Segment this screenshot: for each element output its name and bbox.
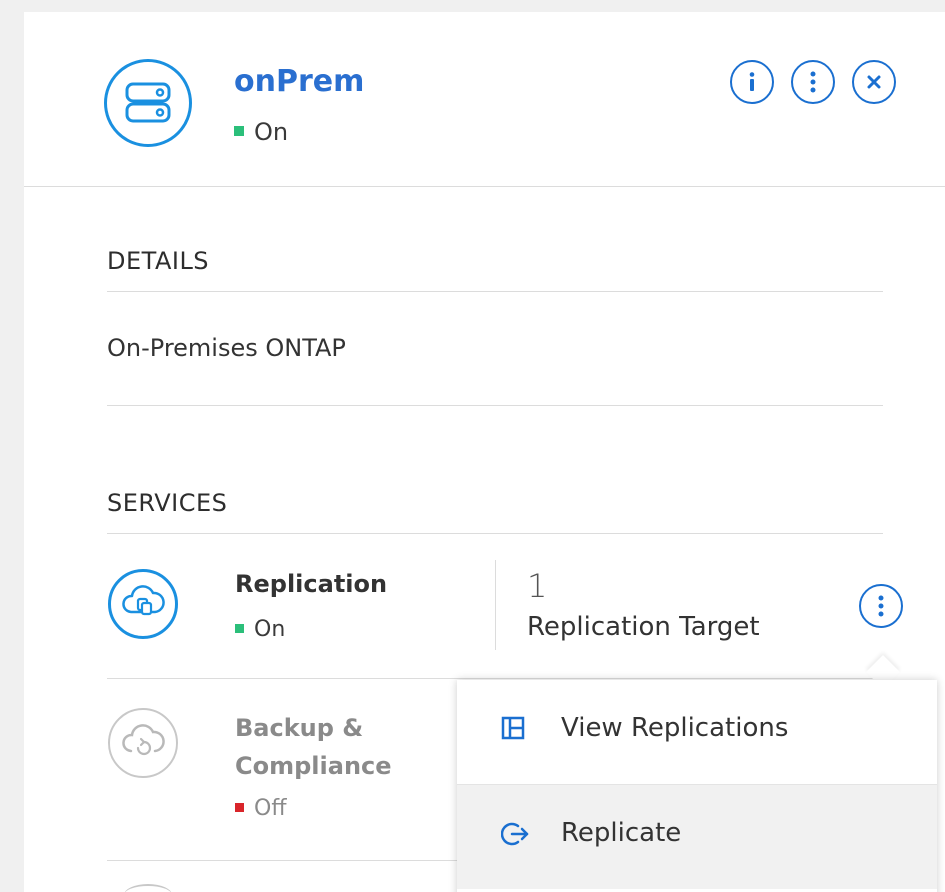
menu-item-label: View Replications [561,713,789,743]
replication-target-label: Replication Target [527,612,760,642]
environment-panel: onPrem On DETAILS On-Premises ONTAP SERV [24,12,945,892]
replicate-icon [501,822,529,846]
backup-status: Off [235,794,286,824]
details-heading: DETAILS [107,247,210,275]
status-indicator [235,802,244,812]
close-button[interactable] [852,60,896,104]
services-heading: SERVICES [107,489,228,517]
replication-status: On [235,615,285,645]
view-replications-icon [501,716,525,740]
replication-service-name: Replication [235,570,388,598]
replication-target-count: 1 [527,567,548,605]
menu-item-label: Replicate [561,818,682,848]
service-divider [495,560,496,650]
next-service-icon [124,884,172,892]
environment-status-text: On [254,118,289,146]
status-indicator [234,126,244,136]
panel-header: onPrem On [24,12,945,187]
more-vertical-icon [878,595,884,617]
backup-service-name-line2: Compliance [235,752,392,780]
info-icon [749,72,755,91]
close-icon [867,75,881,89]
replication-status-text: On [254,617,286,642]
backup-status-text: Off [254,796,287,821]
storage-server-icon [104,59,192,147]
cloud-replication-icon [108,569,178,639]
details-bottom-divider [107,405,883,406]
service-row-divider [107,860,467,861]
replication-context-menu: View Replications Replicate [457,680,937,892]
services-divider [107,533,883,534]
more-vertical-icon [810,71,816,93]
service-row-divider [107,678,883,679]
details-divider [107,291,883,292]
status-indicator [235,623,244,633]
cloud-backup-icon [108,708,178,778]
environment-name[interactable]: onPrem [234,62,364,102]
info-button[interactable] [730,60,774,104]
backup-service-name-line1: Backup & [235,714,364,742]
more-options-button[interactable] [791,60,835,104]
replication-more-button[interactable] [859,584,903,628]
environment-type: On-Premises ONTAP [107,334,346,362]
menu-item-view-replications[interactable]: View Replications [457,680,937,784]
environment-status: On [234,117,288,147]
menu-item-replicate[interactable]: Replicate [457,785,937,889]
